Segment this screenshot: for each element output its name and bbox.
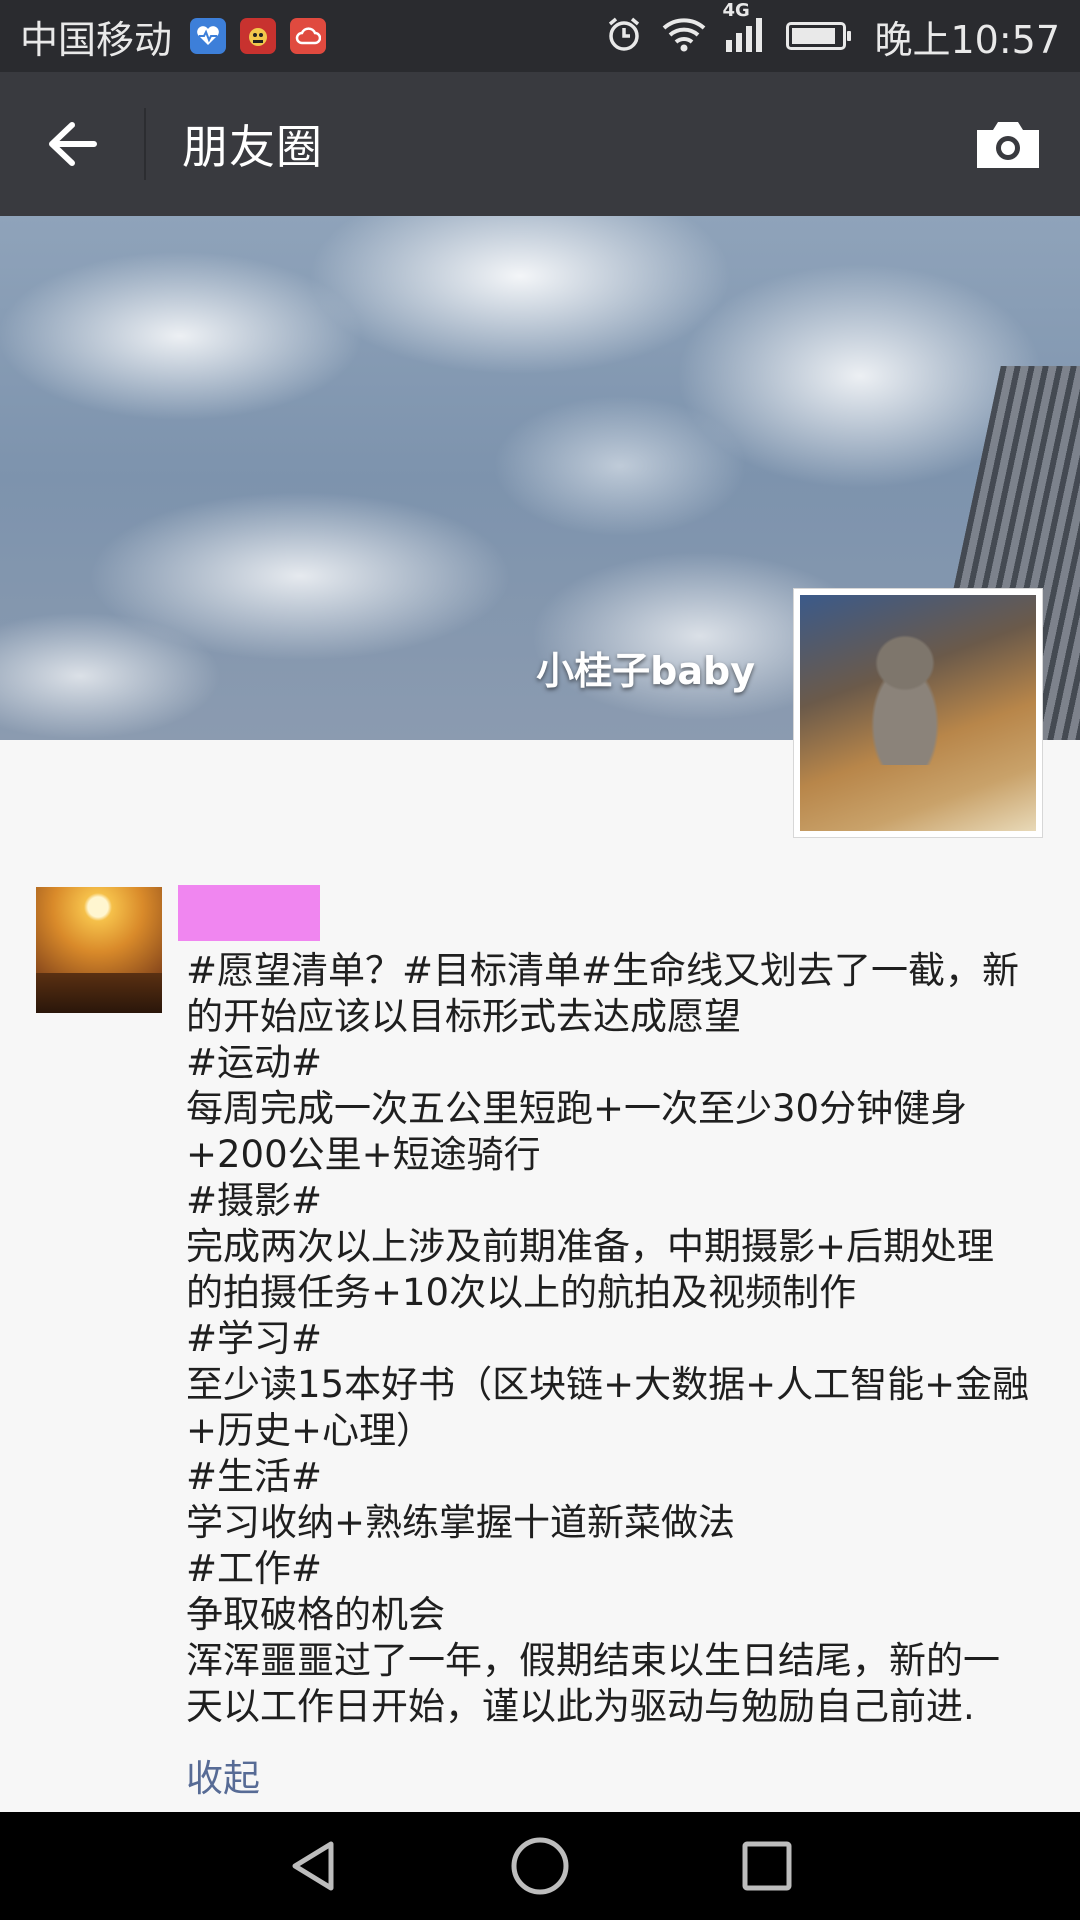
- signal-icon: 4G: [722, 0, 768, 58]
- game-app-icon: [240, 18, 277, 54]
- cloud-app-icon: [290, 18, 327, 54]
- post-content: #愿望清单？#目标清单#生命线又划去了一截，新 的开始应该以目标形式去达成愿望 #运…: [186, 948, 1056, 1730]
- nav-divider: [144, 108, 146, 180]
- arrow-left-icon: [49, 122, 97, 166]
- system-home-button[interactable]: [495, 1821, 585, 1911]
- back-triangle-icon: [292, 1841, 334, 1891]
- health-app-icon: [190, 18, 227, 54]
- post-text-line: #生活#: [186, 1455, 323, 1498]
- post-text-line: 完成两次以上涉及前期准备，中期摄影+后期处理: [186, 1225, 995, 1268]
- collapse-link[interactable]: 收起: [186, 1748, 260, 1802]
- clock: 晚上10:57: [874, 17, 1060, 62]
- post-text-line: 争取破格的机会: [186, 1593, 445, 1636]
- post-text-line: #运动#: [186, 1041, 323, 1084]
- post-author-name-redacted[interactable]: [178, 885, 320, 941]
- top-nav-bar: 朋友圈: [0, 72, 1080, 216]
- post-text-line: 的开始应该以目标形式去达成愿望: [186, 995, 741, 1038]
- recents-square-icon: [742, 1841, 792, 1891]
- camera-icon: [977, 122, 1039, 168]
- wifi-icon: [662, 16, 706, 56]
- camera-button[interactable]: [936, 72, 1080, 216]
- post-text-line: 每周完成一次五公里短跑+一次至少30分钟健身: [186, 1087, 968, 1130]
- carrier-label: 中国移动: [20, 17, 173, 62]
- post-text-line: +历史+心理）: [186, 1409, 434, 1452]
- post-text-line: #愿望清单？#目标清单#生命线又划去了一截，新: [186, 949, 1020, 992]
- status-bar: 中国移动 4G 晚上10:57: [0, 0, 1080, 72]
- post-text-line: 的拍摄任务+10次以上的航拍及视频制作: [186, 1271, 857, 1314]
- profile-name: 小桂子baby: [536, 649, 755, 693]
- system-back-button[interactable]: [268, 1821, 358, 1911]
- alarm-icon: [604, 14, 644, 58]
- post-text-line: 浑浑噩噩过了一年，假期结束以生日结尾，新的一: [186, 1639, 1000, 1682]
- post-text-line: #工作#: [186, 1547, 323, 1590]
- cat-figure: [870, 635, 940, 765]
- post-author-avatar[interactable]: [36, 887, 162, 1013]
- system-nav-bar: [0, 1812, 1080, 1920]
- post-text-line: +200公里+短途骑行: [186, 1133, 541, 1176]
- cat-photo: [800, 595, 1036, 831]
- post-text-line: #摄影#: [186, 1179, 323, 1222]
- post-text-line: 天以工作日开始，谨以此为驱动与勉励自己前进.: [186, 1685, 975, 1728]
- back-button[interactable]: [0, 72, 144, 216]
- battery-icon: [786, 22, 852, 50]
- profile-avatar[interactable]: [793, 588, 1043, 838]
- network-type-label: 4G: [722, 0, 750, 21]
- post-text-line: #学习#: [186, 1317, 323, 1360]
- home-circle-icon: [511, 1837, 569, 1895]
- post-text-line: 至少读15本好书（区块链+大数据+人工智能+金融: [186, 1363, 1030, 1406]
- post-text-line: 学习收纳+熟练掌握十道新菜做法: [186, 1501, 736, 1544]
- sunset-sea: [36, 973, 162, 1013]
- system-recents-button[interactable]: [722, 1821, 812, 1911]
- page-title: 朋友圈: [182, 120, 323, 174]
